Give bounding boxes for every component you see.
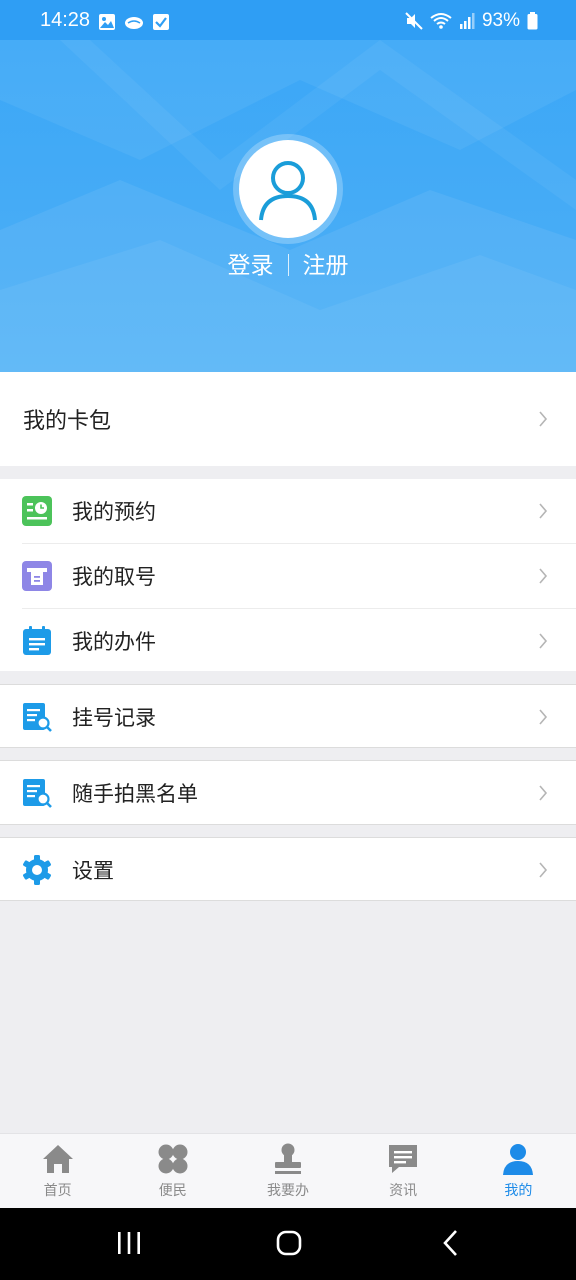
document-search-icon <box>23 703 52 732</box>
auth-divider <box>287 254 289 276</box>
gallery-icon <box>99 14 115 30</box>
registration-record-row[interactable]: 挂号记录 <box>0 685 576 749</box>
system-nav-bar <box>0 1208 576 1280</box>
home-icon <box>42 1145 73 1173</box>
grid-icon <box>158 1144 188 1174</box>
user-avatar[interactable] <box>239 140 337 238</box>
nav-services[interactable]: 便民 <box>115 1134 230 1208</box>
settings-row[interactable]: 设置 <box>0 838 576 902</box>
nav-home-label: 首页 <box>43 1183 72 1199</box>
nav-news[interactable]: 资讯 <box>346 1134 461 1208</box>
battery-icon <box>527 12 538 30</box>
nav-handle[interactable]: 我要办 <box>230 1134 345 1208</box>
nav-mine[interactable]: 我的 <box>461 1134 576 1208</box>
blacklist-label: 随手拍黑名单 <box>72 782 198 806</box>
calendar-icon <box>23 626 51 655</box>
nav-services-label: 便民 <box>158 1183 187 1199</box>
profile-header: 登录 注册 <box>0 40 576 372</box>
mute-icon <box>405 12 423 30</box>
card-wallet-label: 我的卡包 <box>23 409 112 434</box>
check-icon <box>153 14 169 30</box>
appointment-row[interactable]: 我的预约 <box>0 479 576 543</box>
chevron-right-icon <box>539 862 548 878</box>
register-link[interactable]: 注册 <box>303 253 349 279</box>
card-wallet-row[interactable]: 我的卡包 <box>0 372 576 466</box>
affairs-label: 我的办件 <box>72 630 156 654</box>
chevron-right-icon <box>539 503 548 519</box>
user-avatar-icon <box>259 161 317 221</box>
appointment-label: 我的预约 <box>72 500 156 524</box>
gear-icon <box>23 855 51 885</box>
nav-handle-label: 我要办 <box>266 1183 309 1199</box>
affairs-row[interactable]: 我的办件 <box>0 609 576 673</box>
bottom-nav: 首页 便民 我要办 资讯 我的 <box>0 1133 576 1208</box>
home-button-icon[interactable] <box>275 1228 303 1258</box>
signal-icon <box>459 13 475 29</box>
ticket-row[interactable]: 我的取号 <box>0 544 576 608</box>
registration-group: 挂号记录 <box>0 684 576 748</box>
status-time: 14:28 <box>40 9 91 31</box>
auth-links: 登录 注册 <box>0 246 576 280</box>
recent-apps-icon[interactable] <box>116 1228 142 1258</box>
cloud-icon <box>125 17 143 29</box>
card-wallet-group: 我的卡包 <box>0 372 576 466</box>
ticket-icon <box>22 561 52 591</box>
back-icon[interactable] <box>440 1228 462 1258</box>
nav-news-label: 资讯 <box>389 1183 418 1199</box>
status-bar: 14:28 93% <box>0 0 576 40</box>
battery-percent: 93% <box>481 10 520 31</box>
registration-record-label: 挂号记录 <box>72 706 156 730</box>
blacklist-group: 随手拍黑名单 <box>0 760 576 825</box>
chevron-right-icon <box>539 709 548 725</box>
login-link[interactable]: 登录 <box>228 253 274 279</box>
nav-mine-label: 我的 <box>504 1183 533 1199</box>
chevron-right-icon <box>539 633 548 649</box>
document-search-icon <box>23 779 52 808</box>
appointment-icon <box>22 496 52 526</box>
person-icon <box>503 1144 534 1175</box>
blacklist-row[interactable]: 随手拍黑名单 <box>0 761 576 825</box>
settings-label: 设置 <box>72 859 114 883</box>
message-icon <box>389 1145 418 1173</box>
wifi-icon <box>430 13 452 29</box>
services-group: 我的预约 我的取号 我的办件 <box>0 479 576 671</box>
settings-group: 设置 <box>0 837 576 901</box>
chevron-right-icon <box>539 568 548 584</box>
nav-home[interactable]: 首页 <box>0 1134 115 1208</box>
stamp-icon <box>274 1143 301 1174</box>
ticket-label: 我的取号 <box>72 565 156 589</box>
chevron-right-icon <box>539 411 548 427</box>
chevron-right-icon <box>539 785 548 801</box>
